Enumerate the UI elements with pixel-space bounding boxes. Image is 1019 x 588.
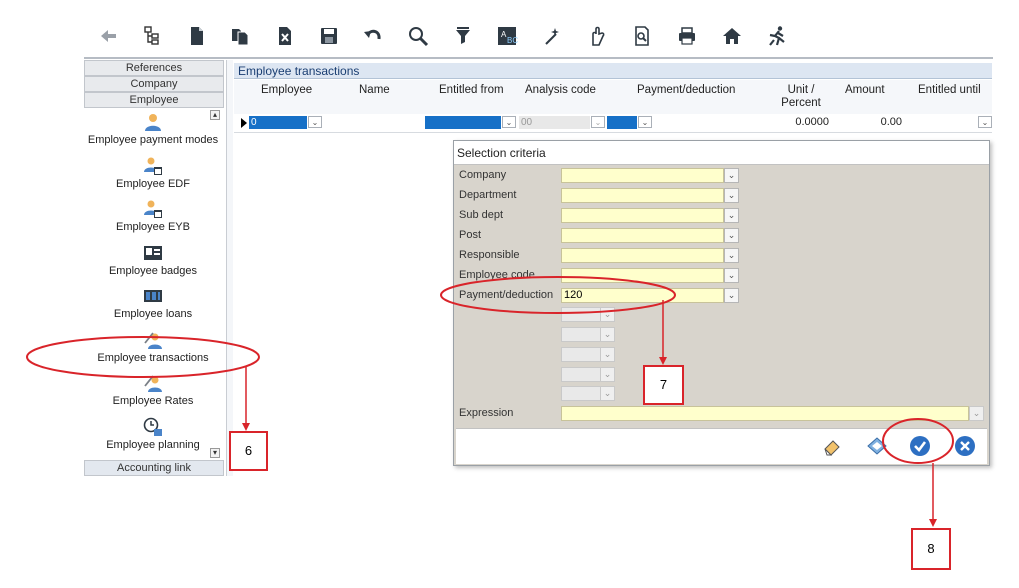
highlight-ellipse-confirm [882, 418, 954, 464]
annotation-step-7: 7 [643, 365, 684, 405]
annotation-step-8: 8 [911, 528, 951, 570]
highlight-ellipse-payment-deduction [440, 276, 676, 314]
arrow-head-6 [242, 423, 250, 431]
annotation-overlay [26, 276, 954, 527]
arrow-head-7 [659, 357, 667, 365]
annotation-step-6: 6 [229, 431, 268, 471]
highlight-ellipse-employee-transactions [26, 336, 260, 378]
arrow-head-8 [929, 519, 937, 527]
